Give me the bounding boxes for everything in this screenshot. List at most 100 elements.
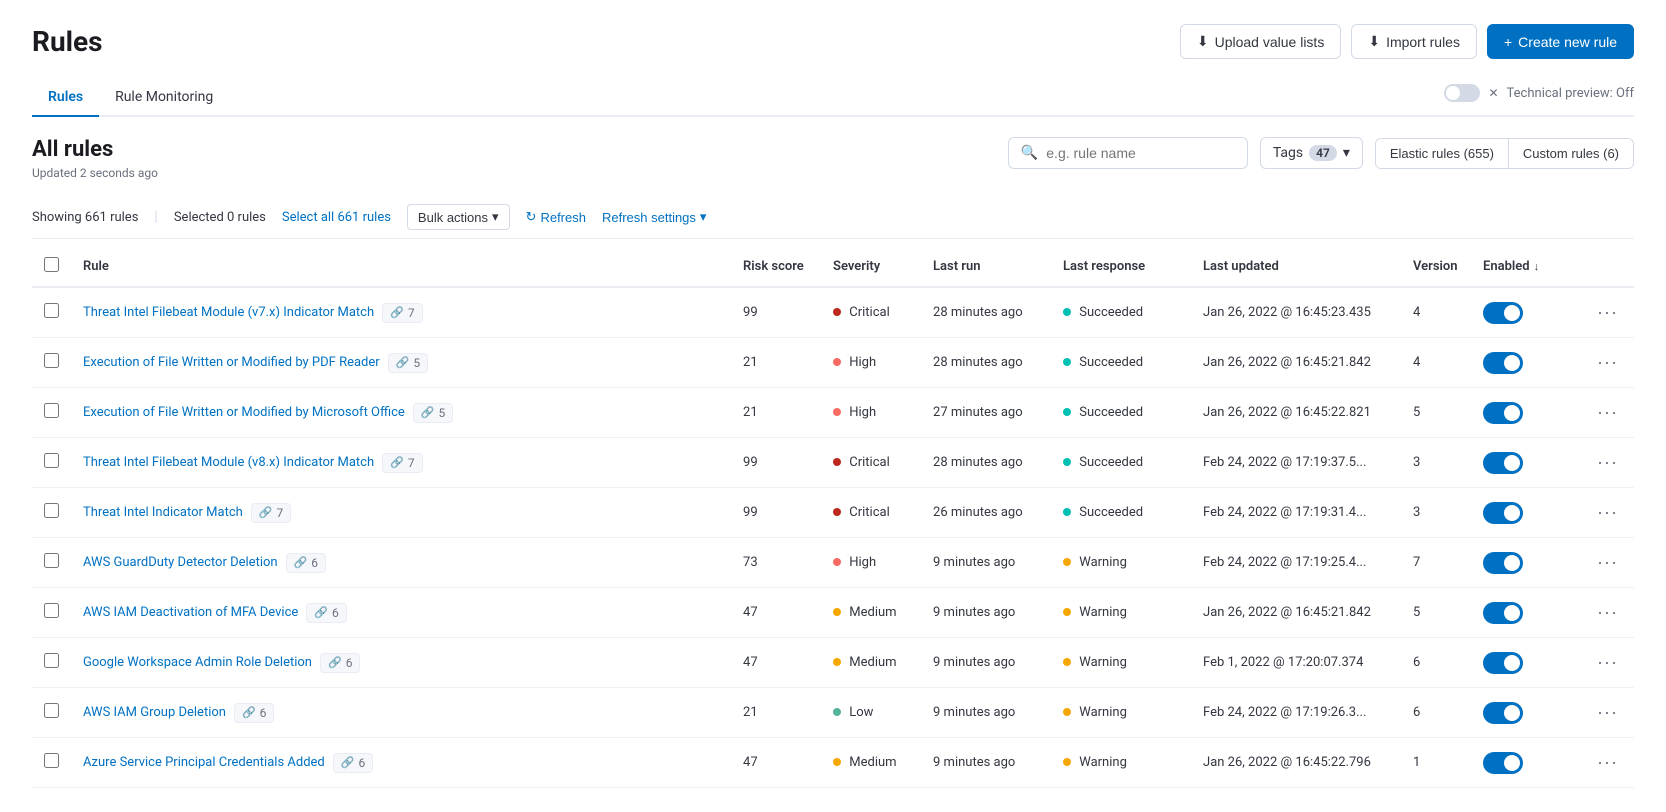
- enabled-cell[interactable]: [1471, 638, 1581, 688]
- row-checkbox[interactable]: [44, 753, 59, 768]
- rule-name-link[interactable]: AWS IAM Deactivation of MFA Device: [83, 605, 298, 620]
- tags-button[interactable]: Tags 47 ▾: [1260, 137, 1363, 169]
- enabled-toggle[interactable]: [1483, 302, 1523, 324]
- enabled-toggle[interactable]: [1483, 402, 1523, 424]
- row-checkbox[interactable]: [44, 703, 59, 718]
- technical-preview-toggle[interactable]: [1444, 84, 1480, 102]
- exception-badge[interactable]: 🔗 7: [251, 503, 291, 523]
- row-checkbox-cell[interactable]: [32, 338, 71, 388]
- actions-cell[interactable]: ···: [1581, 688, 1634, 738]
- technical-preview-close-icon[interactable]: ✕: [1488, 86, 1498, 100]
- elastic-rules-tab[interactable]: Elastic rules (655): [1376, 139, 1509, 168]
- row-checkbox-cell[interactable]: [32, 388, 71, 438]
- enabled-cell[interactable]: [1471, 488, 1581, 538]
- row-checkbox[interactable]: [44, 503, 59, 518]
- enabled-cell[interactable]: [1471, 688, 1581, 738]
- row-actions-button[interactable]: ···: [1593, 500, 1622, 525]
- row-actions-button[interactable]: ···: [1593, 600, 1622, 625]
- row-actions-button[interactable]: ···: [1593, 350, 1622, 375]
- row-checkbox-cell[interactable]: [32, 638, 71, 688]
- exception-badge[interactable]: 🔗 5: [388, 353, 428, 373]
- exception-badge[interactable]: 🔗 6: [320, 653, 360, 673]
- exception-badge[interactable]: 🔗 6: [306, 603, 346, 623]
- enabled-cell[interactable]: [1471, 538, 1581, 588]
- row-checkbox[interactable]: [44, 403, 59, 418]
- enabled-toggle[interactable]: [1483, 652, 1523, 674]
- search-input[interactable]: [1046, 145, 1235, 161]
- enabled-toggle[interactable]: [1483, 752, 1523, 774]
- import-rules-button[interactable]: ⬇ Import rules: [1351, 24, 1477, 59]
- select-all-link[interactable]: Select all 661 rules: [282, 210, 391, 225]
- enabled-toggle[interactable]: [1483, 352, 1523, 374]
- exception-badge[interactable]: 🔗 5: [413, 403, 453, 423]
- create-new-rule-button[interactable]: + Create new rule: [1487, 24, 1634, 59]
- row-checkbox-cell[interactable]: [32, 488, 71, 538]
- enabled-toggle[interactable]: [1483, 702, 1523, 724]
- row-actions-button[interactable]: ···: [1593, 450, 1622, 475]
- actions-cell[interactable]: ···: [1581, 638, 1634, 688]
- actions-cell[interactable]: ···: [1581, 538, 1634, 588]
- last-run-cell: 28 minutes ago: [921, 287, 1051, 338]
- rule-name-link[interactable]: AWS GuardDuty Detector Deletion: [83, 555, 278, 570]
- actions-cell[interactable]: ···: [1581, 338, 1634, 388]
- actions-cell[interactable]: ···: [1581, 287, 1634, 338]
- row-actions-button[interactable]: ···: [1593, 550, 1622, 575]
- exception-badge[interactable]: 🔗 6: [333, 753, 373, 773]
- rule-name-link[interactable]: AWS IAM Group Deletion: [83, 705, 226, 720]
- row-checkbox[interactable]: [44, 303, 59, 318]
- row-checkbox[interactable]: [44, 553, 59, 568]
- exception-badge[interactable]: 🔗 7: [382, 453, 422, 473]
- exception-badge[interactable]: 🔗 6: [234, 703, 274, 723]
- actions-cell[interactable]: ···: [1581, 438, 1634, 488]
- upload-value-lists-button[interactable]: ⬇ Upload value lists: [1180, 24, 1341, 59]
- actions-cell[interactable]: ···: [1581, 588, 1634, 638]
- row-checkbox-cell[interactable]: [32, 588, 71, 638]
- row-actions-button[interactable]: ···: [1593, 300, 1622, 325]
- row-checkbox[interactable]: [44, 453, 59, 468]
- row-checkbox-cell[interactable]: [32, 738, 71, 788]
- enabled-cell[interactable]: [1471, 338, 1581, 388]
- tab-rule-monitoring[interactable]: Rule Monitoring: [99, 79, 229, 117]
- search-box[interactable]: 🔍: [1008, 137, 1248, 169]
- refresh-button[interactable]: ↻ Refresh: [526, 209, 586, 225]
- rule-name-link[interactable]: Azure Service Principal Credentials Adde…: [83, 755, 325, 770]
- exception-badge[interactable]: 🔗 6: [286, 553, 326, 573]
- row-checkbox-cell[interactable]: [32, 287, 71, 338]
- bulk-actions-button[interactable]: Bulk actions ▾: [407, 204, 510, 230]
- enabled-cell[interactable]: [1471, 388, 1581, 438]
- row-actions-button[interactable]: ···: [1593, 400, 1622, 425]
- enabled-toggle[interactable]: [1483, 552, 1523, 574]
- row-checkbox[interactable]: [44, 603, 59, 618]
- row-checkbox-cell[interactable]: [32, 438, 71, 488]
- enabled-cell[interactable]: [1471, 438, 1581, 488]
- enabled-toggle[interactable]: [1483, 452, 1523, 474]
- rule-name-link[interactable]: Google Workspace Admin Role Deletion: [83, 655, 312, 670]
- enabled-cell[interactable]: [1471, 588, 1581, 638]
- tab-rules[interactable]: Rules: [32, 79, 99, 117]
- exception-badge[interactable]: 🔗 7: [382, 303, 422, 323]
- select-all-checkbox[interactable]: [44, 257, 59, 272]
- row-checkbox[interactable]: [44, 353, 59, 368]
- row-actions-button[interactable]: ···: [1593, 650, 1622, 675]
- rule-name-link[interactable]: Threat Intel Filebeat Module (v8.x) Indi…: [83, 455, 374, 470]
- row-checkbox-cell[interactable]: [32, 688, 71, 738]
- custom-rules-tab[interactable]: Custom rules (6): [1509, 139, 1633, 168]
- th-select-all[interactable]: [32, 247, 71, 287]
- row-checkbox-cell[interactable]: [32, 538, 71, 588]
- rule-name-link[interactable]: Threat Intel Indicator Match: [83, 505, 243, 520]
- actions-cell[interactable]: ···: [1581, 738, 1634, 788]
- rule-name-link[interactable]: Execution of File Written or Modified by…: [83, 405, 405, 420]
- th-enabled[interactable]: Enabled ↓: [1471, 247, 1581, 287]
- row-checkbox[interactable]: [44, 653, 59, 668]
- actions-cell[interactable]: ···: [1581, 488, 1634, 538]
- enabled-cell[interactable]: [1471, 738, 1581, 788]
- row-actions-button[interactable]: ···: [1593, 750, 1622, 775]
- rule-name-link[interactable]: Threat Intel Filebeat Module (v7.x) Indi…: [83, 305, 374, 320]
- rule-name-link[interactable]: Execution of File Written or Modified by…: [83, 355, 380, 370]
- enabled-toggle[interactable]: [1483, 602, 1523, 624]
- enabled-cell[interactable]: [1471, 287, 1581, 338]
- enabled-toggle[interactable]: [1483, 502, 1523, 524]
- actions-cell[interactable]: ···: [1581, 388, 1634, 438]
- refresh-settings-button[interactable]: Refresh settings ▾: [602, 209, 706, 225]
- row-actions-button[interactable]: ···: [1593, 700, 1622, 725]
